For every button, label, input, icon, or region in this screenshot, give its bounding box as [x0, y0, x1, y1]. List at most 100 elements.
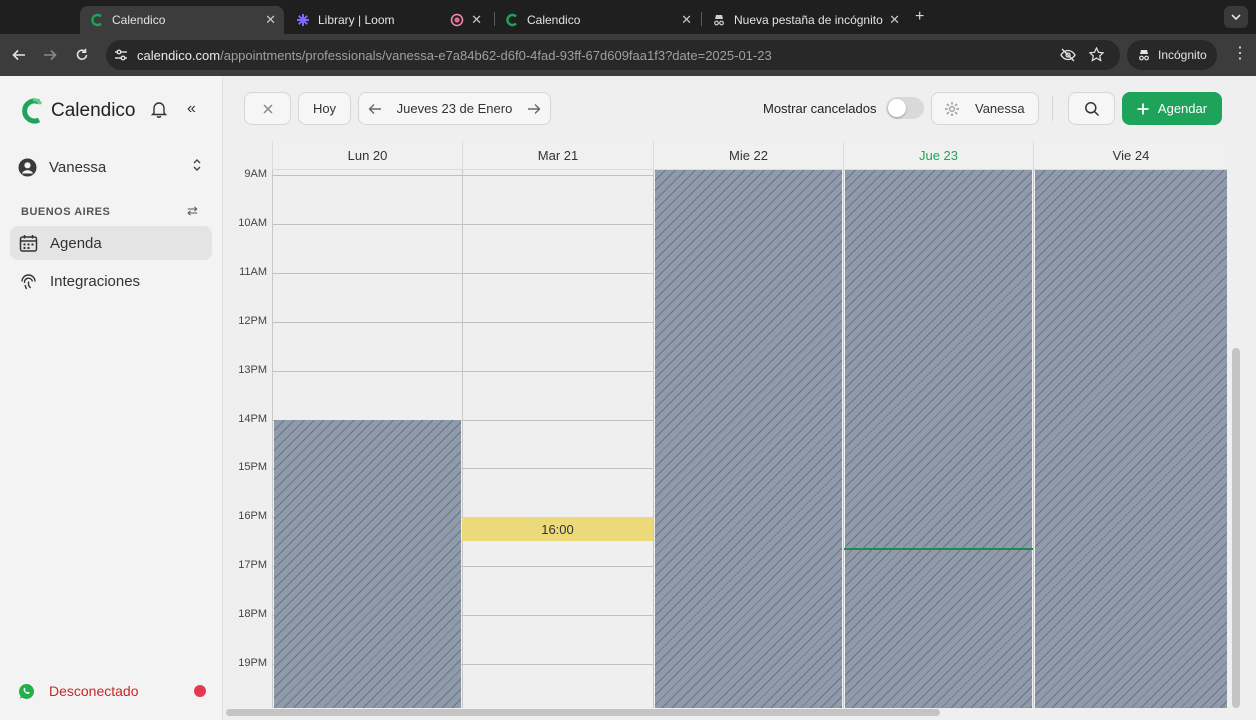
next-day-icon[interactable]: [527, 103, 541, 115]
browser-toolbar: calendico.com/appointments/professionals…: [0, 34, 1256, 76]
close-tab-icon[interactable]: ✕: [889, 12, 900, 28]
calendico-favicon-icon: [90, 13, 104, 27]
site-settings-icon[interactable]: [114, 48, 128, 67]
recording-icon: [450, 13, 464, 27]
fingerprint-icon: [19, 272, 38, 291]
calendico-favicon-icon: [505, 13, 519, 27]
tab-title: Library | Loom: [318, 13, 395, 27]
brand[interactable]: Calendico: [20, 97, 136, 125]
collapse-sidebar-icon[interactable]: «: [187, 100, 196, 118]
vertical-scrollbar[interactable]: [1232, 348, 1240, 708]
browser-tab[interactable]: Calendico ✕: [80, 6, 284, 34]
close-button[interactable]: [244, 92, 291, 125]
day-header-row: Lun 20 Mar 21 Mie 22 Jue 23 Vie 24: [272, 141, 1256, 170]
hour-label: 19PM: [238, 657, 267, 669]
incognito-indicator[interactable]: Incógnito: [1127, 40, 1217, 70]
unavailable-block[interactable]: [655, 170, 842, 708]
eye-off-icon[interactable]: [1060, 48, 1076, 67]
url-text: calendico.com/appointments/professionals…: [137, 48, 772, 63]
day-column-line: [843, 170, 844, 708]
hour-label: 16PM: [238, 510, 267, 523]
switch-location-icon[interactable]: ⇄: [187, 203, 198, 219]
plus-icon: [1137, 103, 1149, 115]
day-header[interactable]: Mie 22: [653, 141, 843, 170]
tab-search-button[interactable]: [1224, 6, 1248, 28]
search-button[interactable]: [1068, 92, 1115, 125]
day-column-line: [1033, 170, 1034, 708]
day-header[interactable]: Lun 20: [272, 141, 462, 170]
new-appointment-label: Agendar: [1157, 101, 1208, 116]
professional-name: Vanessa: [975, 101, 1025, 116]
day-header[interactable]: Jue 23: [843, 141, 1033, 170]
brand-name: Calendico: [51, 100, 136, 121]
browser-tab[interactable]: Nueva pestaña de incógnito ✕: [702, 6, 908, 34]
chevron-down-icon: [1231, 14, 1241, 21]
professional-selector[interactable]: Vanessa: [931, 92, 1039, 125]
sidebar-item-integraciones[interactable]: Integraciones: [10, 264, 212, 298]
reload-icon: [76, 48, 88, 60]
browser-tab[interactable]: ✕: [440, 6, 492, 34]
unavailable-block[interactable]: [845, 170, 1032, 708]
current-time-indicator: [844, 548, 1033, 551]
forward-button[interactable]: [40, 45, 60, 65]
day-column-line: [653, 170, 654, 708]
tab-title: Calendico: [527, 13, 581, 27]
sidebar-item-agenda[interactable]: Agenda: [10, 226, 212, 260]
tab-title: Nueva pestaña de incógnito: [734, 13, 883, 27]
new-tab-button[interactable]: +: [915, 8, 924, 26]
loom-favicon-icon: [296, 13, 310, 27]
tab-title: Calendico: [112, 13, 166, 27]
horizontal-scrollbar[interactable]: [226, 709, 940, 716]
reload-button[interactable]: [72, 45, 92, 65]
notifications-bell-icon[interactable]: [150, 100, 168, 123]
close-icon: [262, 103, 273, 114]
more-menu-icon[interactable]: ⋮: [1232, 46, 1248, 62]
current-date-label[interactable]: Jueves 23 de Enero: [397, 101, 513, 116]
location-label: BUENOS AIRES: [21, 206, 111, 218]
close-tab-icon[interactable]: ✕: [681, 12, 692, 28]
sidebar-item-label: Integraciones: [50, 272, 141, 290]
address-bar[interactable]: calendico.com/appointments/professionals…: [106, 40, 1120, 70]
browser-tab[interactable]: Calendico ✕: [495, 6, 700, 34]
today-button[interactable]: Hoy: [298, 92, 351, 125]
hour-label: 13PM: [238, 363, 267, 376]
day-column-line: [462, 170, 463, 708]
day-column-line: [272, 170, 273, 708]
sidebar-item-label: Agenda: [50, 234, 102, 252]
day-header[interactable]: Mar 21: [462, 141, 653, 170]
date-navigator: Jueves 23 de Enero: [358, 92, 551, 125]
hour-label: 12PM: [238, 314, 267, 327]
connection-status: Desconectado: [49, 683, 139, 699]
today-label: Hoy: [312, 101, 337, 116]
show-cancelled-label: Mostrar cancelados: [763, 101, 877, 116]
chevron-up-down-icon: [192, 158, 202, 177]
unavailable-block[interactable]: [1035, 170, 1227, 708]
user-avatar-icon: [18, 158, 37, 177]
hour-label: 14PM: [238, 412, 267, 425]
user-name: Vanessa: [49, 158, 107, 176]
sidebar: Calendico « Vanessa BUENOS AIRES ⇄ Agend…: [0, 76, 223, 720]
arrow-left-icon: [12, 49, 25, 61]
calendico-logo-icon: [20, 97, 44, 125]
appointment-block[interactable]: 16:00: [462, 517, 653, 542]
back-button[interactable]: [9, 45, 29, 65]
header-divider: [1052, 96, 1053, 121]
whatsapp-status[interactable]: Desconectado: [18, 682, 210, 700]
day-header[interactable]: Vie 24: [1033, 141, 1228, 170]
show-cancelled-toggle[interactable]: [886, 97, 924, 119]
search-icon: [1084, 101, 1099, 116]
unavailable-block[interactable]: [274, 419, 461, 708]
incognito-label: Incógnito: [1158, 48, 1207, 62]
close-tab-icon[interactable]: ✕: [265, 12, 276, 28]
hour-label: 9AM: [244, 168, 267, 180]
toggle-knob: [888, 99, 906, 117]
browser-tab-strip: Calendico ✕ Library | Loom ✕ Calendico ✕…: [0, 0, 1256, 34]
url-path: /appointments/professionals/vanessa-e7a8…: [220, 48, 772, 63]
url-host: calendico.com: [137, 48, 221, 63]
bookmark-star-icon[interactable]: [1088, 46, 1105, 67]
prev-day-icon[interactable]: [368, 103, 382, 115]
new-appointment-button[interactable]: Agendar: [1122, 92, 1222, 125]
user-selector[interactable]: Vanessa: [18, 156, 208, 178]
hour-label: 10AM: [238, 216, 267, 229]
close-tab-icon[interactable]: ✕: [471, 12, 482, 28]
